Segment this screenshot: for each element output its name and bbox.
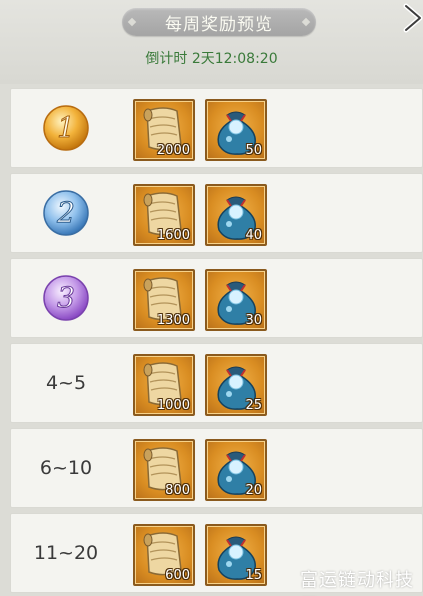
reward-row: 3 1300 30 bbox=[10, 258, 423, 338]
header-panel: 每周奖励预览 倒计时 2天12:08:20 bbox=[0, 0, 423, 84]
item-quantity: 30 bbox=[245, 313, 262, 328]
item-quantity: 600 bbox=[165, 568, 190, 583]
rank-range: 6~10 bbox=[23, 429, 109, 507]
rank-label: 11~20 bbox=[33, 542, 99, 564]
item-quantity: 1300 bbox=[156, 313, 190, 328]
reward-item-scroll[interactable]: 1300 bbox=[133, 269, 195, 331]
reward-row: 2 1600 40 bbox=[10, 173, 423, 253]
purple-medal-icon: 3 bbox=[43, 275, 89, 321]
item-quantity: 1000 bbox=[156, 398, 190, 413]
rank-range: 11~20 bbox=[23, 514, 109, 592]
rank-label: 4~5 bbox=[45, 372, 87, 394]
item-quantity: 2000 bbox=[156, 143, 190, 158]
item-quantity: 15 bbox=[245, 568, 262, 583]
reward-item-bag[interactable]: 40 bbox=[205, 184, 267, 246]
reward-item-scroll[interactable]: 1000 bbox=[133, 354, 195, 416]
reward-item-scroll[interactable]: 800 bbox=[133, 439, 195, 501]
rank-medal-3: 3 bbox=[23, 259, 109, 337]
svg-text:3: 3 bbox=[57, 281, 75, 314]
item-quantity: 50 bbox=[245, 143, 262, 158]
reward-row: 6~10 800 20 bbox=[10, 428, 423, 508]
item-quantity: 800 bbox=[165, 483, 190, 498]
rank-label: 6~10 bbox=[39, 457, 93, 479]
reward-item-scroll[interactable]: 600 bbox=[133, 524, 195, 586]
close-icon[interactable] bbox=[398, 2, 423, 34]
close-button[interactable] bbox=[398, 2, 423, 34]
gold-medal-icon: 1 bbox=[43, 105, 89, 151]
rank-range: 4~5 bbox=[23, 344, 109, 422]
page-title: 每周奖励预览 bbox=[122, 8, 316, 36]
reward-item-bag[interactable]: 50 bbox=[205, 99, 267, 161]
svg-text:1: 1 bbox=[57, 111, 75, 144]
item-quantity: 20 bbox=[245, 483, 262, 498]
rank-medal-2: 2 bbox=[23, 174, 109, 252]
item-quantity: 1600 bbox=[156, 228, 190, 243]
reward-item-bag[interactable]: 30 bbox=[205, 269, 267, 331]
reward-row: 4~5 1000 25 bbox=[10, 343, 423, 423]
reward-list: 1 2000 50 2 1600 40 3 1300 30 4~5 1000 2… bbox=[10, 88, 423, 596]
reward-item-scroll[interactable]: 1600 bbox=[133, 184, 195, 246]
svg-text:2: 2 bbox=[56, 196, 75, 229]
reward-item-scroll[interactable]: 2000 bbox=[133, 99, 195, 161]
item-quantity: 25 bbox=[245, 398, 262, 413]
rank-medal-1: 1 bbox=[23, 89, 109, 167]
countdown-timer: 倒计时 2天12:08:20 bbox=[145, 51, 278, 67]
reward-row: 1 2000 50 bbox=[10, 88, 423, 168]
blue-medal-icon: 2 bbox=[43, 190, 89, 236]
reward-item-bag[interactable]: 15 bbox=[205, 524, 267, 586]
watermark: 富运链动科技网 bbox=[300, 570, 414, 591]
reward-item-bag[interactable]: 25 bbox=[205, 354, 267, 416]
item-quantity: 40 bbox=[245, 228, 262, 243]
reward-item-bag[interactable]: 20 bbox=[205, 439, 267, 501]
